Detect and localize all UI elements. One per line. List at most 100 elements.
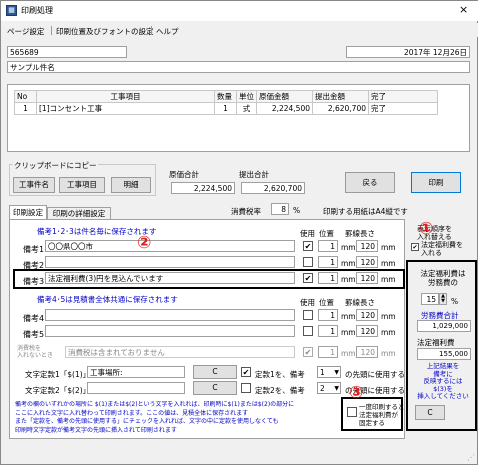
mm-unit: mm <box>341 259 356 268</box>
remark-4-input[interactable] <box>45 309 295 321</box>
remark-1-label: 備考1 <box>23 245 45 254</box>
tax-exempt-input[interactable]: 消費税は含まれておりません <box>65 346 295 358</box>
mm-unit: mm <box>381 243 396 252</box>
app-icon: ▦ <box>6 5 17 16</box>
clipboard-title: クリップボードにコピー <box>13 160 98 171</box>
col-submit: 提出金額 <box>312 90 369 103</box>
fixed-text-1-clear-button[interactable]: C <box>193 365 237 379</box>
remark-5-len[interactable]: 120 <box>356 325 378 337</box>
remark-5-input[interactable] <box>45 325 295 337</box>
col-len-label: 罫線長さ <box>345 229 375 238</box>
fixed-text-1-checkbox[interactable]: ✔ <box>241 367 251 377</box>
tax-exempt-pos[interactable]: 1 <box>318 346 338 358</box>
tax-exempt-checkbox[interactable]: ✔ <box>303 347 313 357</box>
marker-3: ③ <box>349 383 364 403</box>
cell-submit: 2,620,700 <box>312 102 369 115</box>
cell-done: 完了 <box>368 102 438 115</box>
project-name-field[interactable]: サンプル件名 <box>7 61 470 73</box>
remark-5-pos[interactable]: 1 <box>318 325 338 337</box>
cell-no: 1 <box>14 102 37 115</box>
fixed-text-1-input[interactable]: 工事場所: <box>87 366 185 378</box>
percent-unit: % <box>451 297 459 306</box>
copy-work-item-button[interactable]: 工事項目 <box>59 177 105 193</box>
remark-4-use-checkbox[interactable] <box>303 310 313 320</box>
fixed-text-2-check-label: 定款2を、備考 <box>255 386 305 395</box>
fixed-text-2-select[interactable]: 2 ▼ <box>317 382 341 394</box>
menu-divider <box>151 26 152 35</box>
tab-label: 印刷の詳細設定 <box>52 209 106 218</box>
title-bar: ▦ 印刷処理 × <box>1 1 478 21</box>
date-field[interactable]: 2017年 12月26日 <box>346 46 470 58</box>
remark-3-len[interactable]: 120 <box>356 272 378 284</box>
tab-print-detail[interactable]: 印刷の詳細設定 <box>47 207 111 219</box>
mm-unit: mm <box>381 312 396 321</box>
close-icon[interactable]: × <box>459 3 468 16</box>
submit-total-field: 2,620,700 <box>241 182 305 194</box>
marker-1: ① <box>419 219 434 239</box>
remark-2-input[interactable] <box>45 256 295 268</box>
remark-1-pos[interactable]: 1 <box>318 240 338 252</box>
remark-1-use-checkbox[interactable]: ✔ <box>303 241 313 251</box>
fixed-text-2-label: 文字定款2「$(2)」 <box>25 386 91 395</box>
menu-print-position[interactable]: 印刷位置及びフォントの設定 <box>56 26 154 37</box>
tax-unit: % <box>293 206 301 215</box>
table-row[interactable]: 1 [1]コンセント工事 1 式 2,224,500 2,620,700 完了 <box>14 102 438 115</box>
resize-grip-icon[interactable]: ⋰ <box>467 453 475 462</box>
col-unit: 単位 <box>236 90 257 103</box>
mm-unit: mm <box>341 243 356 252</box>
welfare-title: 法定福利費は 労務費の <box>420 269 466 287</box>
remark-3-label: 備考3 <box>23 277 45 286</box>
col-use-label: 使用 <box>300 229 315 238</box>
fixed-text-2-input[interactable] <box>87 382 185 394</box>
menu-divider <box>51 26 52 35</box>
col-len-label: 罫線長さ <box>345 298 375 307</box>
fixed-text-1-select[interactable]: 1 ▼ <box>317 366 341 378</box>
back-button[interactable]: 戻る <box>345 172 395 193</box>
tax-rate-field[interactable]: 8 <box>271 203 289 215</box>
welfare-percent-field[interactable]: 15 <box>421 293 439 305</box>
tab-print-settings[interactable]: 印刷設定 <box>9 205 47 219</box>
copy-detail-button[interactable]: 明細 <box>111 177 151 193</box>
remark-1-len[interactable]: 120 <box>356 240 378 252</box>
swap-order-checkbox[interactable]: ✔ <box>411 243 419 251</box>
remark-1-input[interactable]: 〇〇県〇〇市 <box>45 240 295 252</box>
cell-unit: 式 <box>236 102 257 115</box>
select-value: 2 <box>320 384 325 393</box>
mm-unit: mm <box>381 275 396 284</box>
welfare-amount-field: 155,000 <box>417 348 471 360</box>
print-button[interactable]: 印刷 <box>411 172 461 193</box>
welfare-insert-button[interactable]: C <box>415 405 445 420</box>
fixed-text-2-clear-button[interactable]: C <box>193 381 237 395</box>
fixed-text-2-checkbox[interactable] <box>241 383 251 393</box>
cost-total-field: 2,224,500 <box>171 182 235 194</box>
fixed-text-1-label: 文字定款1「$(1)」 <box>25 370 91 379</box>
percent-spinner[interactable]: ▲ ▼ <box>439 293 447 305</box>
remark-2-pos[interactable]: 1 <box>318 256 338 268</box>
chevron-down-icon: ▼ <box>334 385 339 392</box>
code-field[interactable]: 565689 <box>7 46 127 58</box>
remark-4-pos[interactable]: 1 <box>318 309 338 321</box>
col-item: 工事項目 <box>36 90 215 103</box>
tax-exempt-label: 消費税を 入れないとき <box>17 345 54 359</box>
remark-5-use-checkbox[interactable] <box>303 326 313 336</box>
remark-2-use-checkbox[interactable] <box>303 257 313 267</box>
remark-3-pos[interactable]: 1 <box>318 272 338 284</box>
menu-page-setup[interactable]: ページ設定 <box>7 26 44 37</box>
remark-2-len[interactable]: 120 <box>356 256 378 268</box>
usage-note: 備考の欄のいずれかの場所に $(1)または$(2)という文字を入れれば、印刷時に… <box>15 401 295 434</box>
welfare-amount-label: 法定福利費 <box>417 338 455 347</box>
include-welfare-label: 法定福利費を 入れる <box>421 241 463 257</box>
menu-help[interactable]: ヘルプ <box>156 26 179 37</box>
copy-project-name-button[interactable]: 工事件名 <box>13 177 55 193</box>
fixed-text-1-check-label: 定款1を、備考 <box>255 370 305 379</box>
col-done: 完了 <box>368 90 438 103</box>
tax-exempt-len[interactable]: 120 <box>356 346 378 358</box>
marker-2: ② <box>137 233 152 253</box>
include-welfare-text: 法定福利費を <box>421 241 463 249</box>
remark-3-use-checkbox[interactable]: ✔ <box>303 273 313 283</box>
remark-3-input[interactable]: 法定福利費(3)円を見込んでいます <box>45 272 295 284</box>
tab-label: 印刷設定 <box>13 208 43 217</box>
remark-4-len[interactable]: 120 <box>356 309 378 321</box>
mm-unit: mm <box>341 312 356 321</box>
mm-unit: mm <box>381 328 396 337</box>
